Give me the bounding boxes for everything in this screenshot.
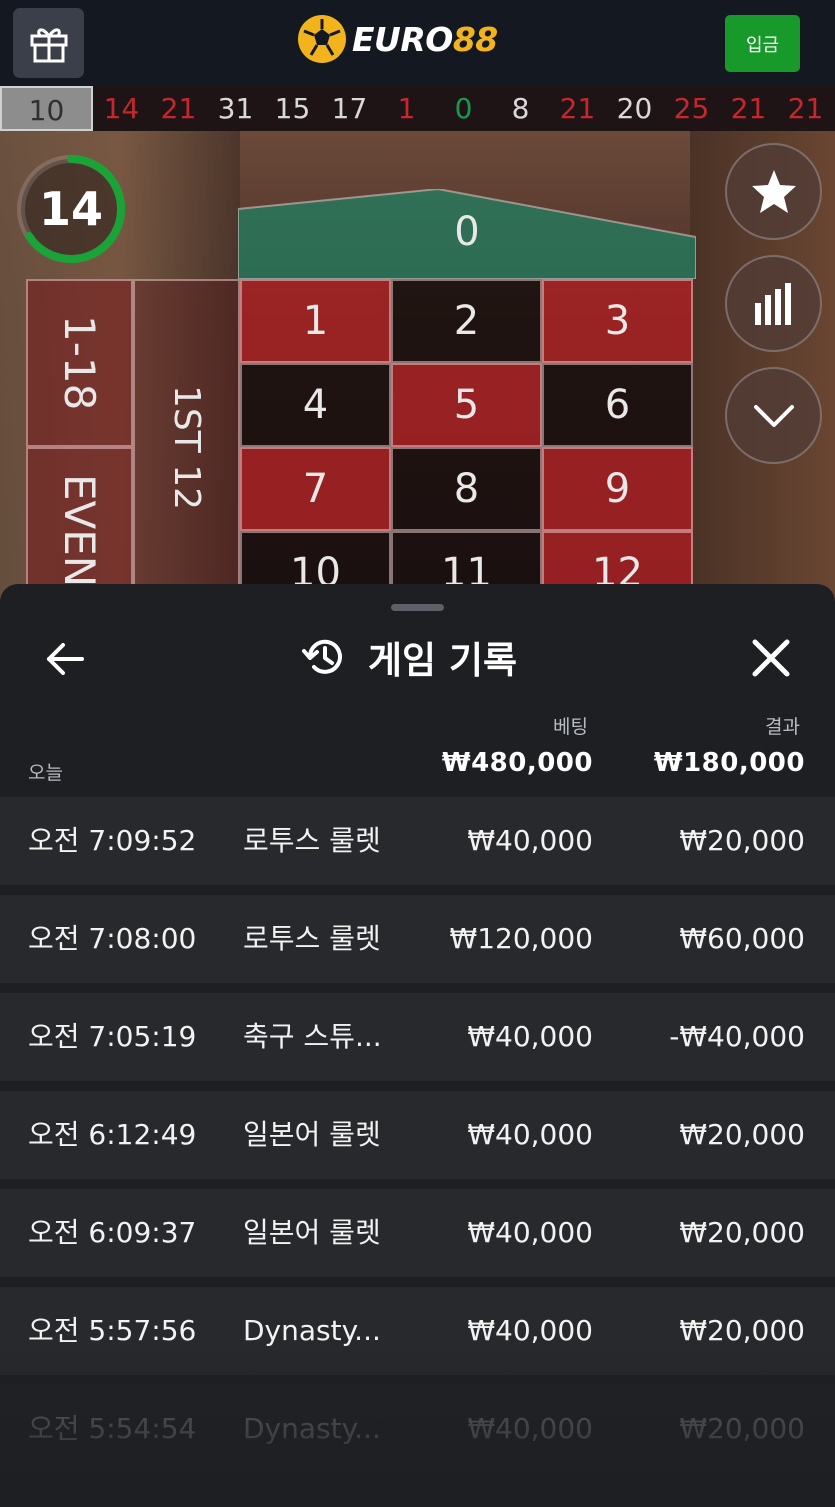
countdown-timer: 14 bbox=[38, 182, 103, 236]
bet-spot-zero-label: 0 bbox=[454, 209, 480, 255]
bet-spot-7[interactable]: 7 bbox=[240, 447, 391, 531]
euro88-logo: EURO88 bbox=[298, 14, 498, 64]
bet-spot-first-dozen-label: 1ST 12 bbox=[166, 384, 207, 510]
row-time: 오전 5:57:56 bbox=[28, 1314, 197, 1347]
row-time: 오전 6:12:49 bbox=[28, 1118, 197, 1151]
row-result-amount: ₩20,000 bbox=[679, 1412, 805, 1445]
bet-spot-even-label: EVEN bbox=[55, 474, 104, 588]
sheet-drag-handle[interactable] bbox=[391, 604, 444, 611]
total-result: ₩180,000 bbox=[653, 748, 805, 778]
chevron-down-icon bbox=[753, 404, 794, 427]
bet-spot-8[interactable]: 8 bbox=[391, 447, 542, 531]
row-result-amount: -₩40,000 bbox=[669, 1020, 805, 1053]
row-bet-amount: ₩120,000 bbox=[449, 922, 593, 955]
history-row[interactable]: 오전 6:12:49 일본어 룰렛 ₩40,000 ₩20,000 bbox=[0, 1091, 835, 1179]
recent-results-strip: 10 14 21 31 15 17 1 0 8 21 20 25 21 21 bbox=[0, 86, 835, 131]
logo-text-euro: EURO bbox=[352, 19, 453, 59]
favorites-button[interactable] bbox=[725, 143, 822, 240]
history-icon bbox=[302, 639, 342, 674]
row-time: 오전 7:09:52 bbox=[28, 824, 197, 857]
bet-spot-first-dozen[interactable]: 1ST 12 bbox=[133, 279, 240, 601]
row-bet-amount: ₩40,000 bbox=[467, 1216, 593, 1249]
row-game-name: 축구 스튜... bbox=[243, 1020, 382, 1053]
row-game-name: 일본어 룰렛 bbox=[243, 1216, 381, 1249]
recent-result: 10 bbox=[0, 86, 93, 131]
recent-result: 21 bbox=[787, 92, 824, 125]
gift-button[interactable] bbox=[13, 8, 84, 78]
recent-result: 31 bbox=[217, 92, 254, 125]
history-row[interactable]: 오전 7:08:00 로투스 룰렛 ₩120,000 ₩60,000 bbox=[0, 895, 835, 983]
row-time: 오전 5:54:54 bbox=[28, 1412, 197, 1445]
star-icon bbox=[751, 169, 796, 213]
row-result-amount: ₩20,000 bbox=[679, 1118, 805, 1151]
statistics-icon bbox=[754, 282, 791, 325]
total-bet: ₩480,000 bbox=[441, 748, 593, 778]
close-button[interactable] bbox=[745, 632, 797, 684]
row-result-amount: ₩20,000 bbox=[679, 1314, 805, 1347]
row-result-amount: ₩60,000 bbox=[679, 922, 805, 955]
row-time: 오전 7:08:00 bbox=[28, 922, 197, 955]
bet-spot-9[interactable]: 9 bbox=[542, 447, 693, 531]
history-row[interactable]: 오전 7:05:19 축구 스튜... ₩40,000 -₩40,000 bbox=[0, 993, 835, 1081]
recent-result: 21 bbox=[559, 92, 596, 125]
close-icon bbox=[752, 639, 790, 677]
back-button[interactable] bbox=[40, 634, 90, 684]
row-game-name: 로투스 룰렛 bbox=[243, 922, 381, 955]
deposit-button[interactable]: 입금 bbox=[725, 15, 800, 72]
row-game-name: 로투스 룰렛 bbox=[243, 824, 381, 857]
bet-spot-3[interactable]: 3 bbox=[542, 279, 693, 363]
result-column-header: 결과 bbox=[765, 716, 800, 738]
live-roulette-game[interactable]: 14 0 1 2 3 4 5 6 7 8 9 10 11 12 1-18 EVE… bbox=[0, 131, 835, 601]
history-row[interactable]: 오전 7:09:52 로투스 룰렛 ₩40,000 ₩20,000 bbox=[0, 797, 835, 885]
arrow-left-icon bbox=[47, 643, 84, 675]
recent-result: 25 bbox=[673, 92, 710, 125]
recent-result: 0 bbox=[454, 92, 473, 125]
recent-result: 20 bbox=[616, 92, 653, 125]
row-result-amount: ₩20,000 bbox=[679, 1216, 805, 1249]
row-bet-amount: ₩40,000 bbox=[467, 1314, 593, 1347]
row-time: 오전 6:09:37 bbox=[28, 1216, 197, 1249]
recent-result: 21 bbox=[160, 92, 197, 125]
history-row[interactable]: 오전 5:57:56 Dynasty... ₩40,000 ₩20,000 bbox=[0, 1287, 835, 1375]
bet-spot-1[interactable]: 1 bbox=[240, 279, 391, 363]
sheet-header: 게임 기록 bbox=[300, 632, 517, 682]
recent-result: 1 bbox=[397, 92, 416, 125]
recent-result: 15 bbox=[274, 92, 311, 125]
row-result-amount: ₩20,000 bbox=[679, 824, 805, 857]
gift-icon bbox=[30, 28, 67, 63]
sheet-title: 게임 기록 bbox=[368, 639, 518, 682]
row-bet-amount: ₩40,000 bbox=[467, 1118, 593, 1151]
soccer-ball-icon bbox=[298, 15, 346, 63]
today-label: 오늘 bbox=[28, 762, 63, 784]
bet-spot-even[interactable]: EVEN bbox=[26, 447, 133, 601]
row-bet-amount: ₩40,000 bbox=[467, 1020, 593, 1053]
recent-result: 14 bbox=[103, 92, 140, 125]
bet-column-header: 베팅 bbox=[553, 716, 588, 738]
row-bet-amount: ₩40,000 bbox=[467, 1412, 593, 1445]
row-time: 오전 7:05:19 bbox=[28, 1020, 197, 1053]
statistics-button[interactable] bbox=[725, 255, 822, 352]
top-bar: EURO88 입금 bbox=[0, 0, 835, 86]
history-row[interactable]: 오전 6:09:37 일본어 룰렛 ₩40,000 ₩20,000 bbox=[0, 1189, 835, 1277]
logo-text: EURO88 bbox=[352, 20, 498, 59]
bet-spot-5[interactable]: 5 bbox=[391, 363, 542, 447]
history-row[interactable]: 오전 5:54:54 Dynasty... ₩40,000 ₩20,000 bbox=[0, 1385, 835, 1473]
logo-text-88: 88 bbox=[452, 19, 498, 59]
row-bet-amount: ₩40,000 bbox=[467, 824, 593, 857]
recent-result: 8 bbox=[511, 92, 530, 125]
history-list: 오전 7:09:52 로투스 룰렛 ₩40,000 ₩20,000 오전 7:08:00… bbox=[0, 797, 835, 1483]
game-history-sheet: 게임 기록 베팅 결과 오늘 ₩480,000 ₩180,000 오전 7:09… bbox=[0, 584, 835, 1507]
bet-spot-1-18[interactable]: 1-18 bbox=[26, 279, 133, 447]
collapse-button[interactable] bbox=[725, 367, 822, 464]
row-game-name: Dynasty... bbox=[243, 1314, 381, 1347]
bet-spot-1-18-label: 1-18 bbox=[55, 315, 104, 411]
row-game-name: Dynasty... bbox=[243, 1412, 381, 1445]
bet-spot-6[interactable]: 6 bbox=[542, 363, 693, 447]
bet-spot-4[interactable]: 4 bbox=[240, 363, 391, 447]
bet-spot-2[interactable]: 2 bbox=[391, 279, 542, 363]
recent-result: 17 bbox=[331, 92, 368, 125]
recent-result: 21 bbox=[730, 92, 767, 125]
row-game-name: 일본어 룰렛 bbox=[243, 1118, 381, 1151]
